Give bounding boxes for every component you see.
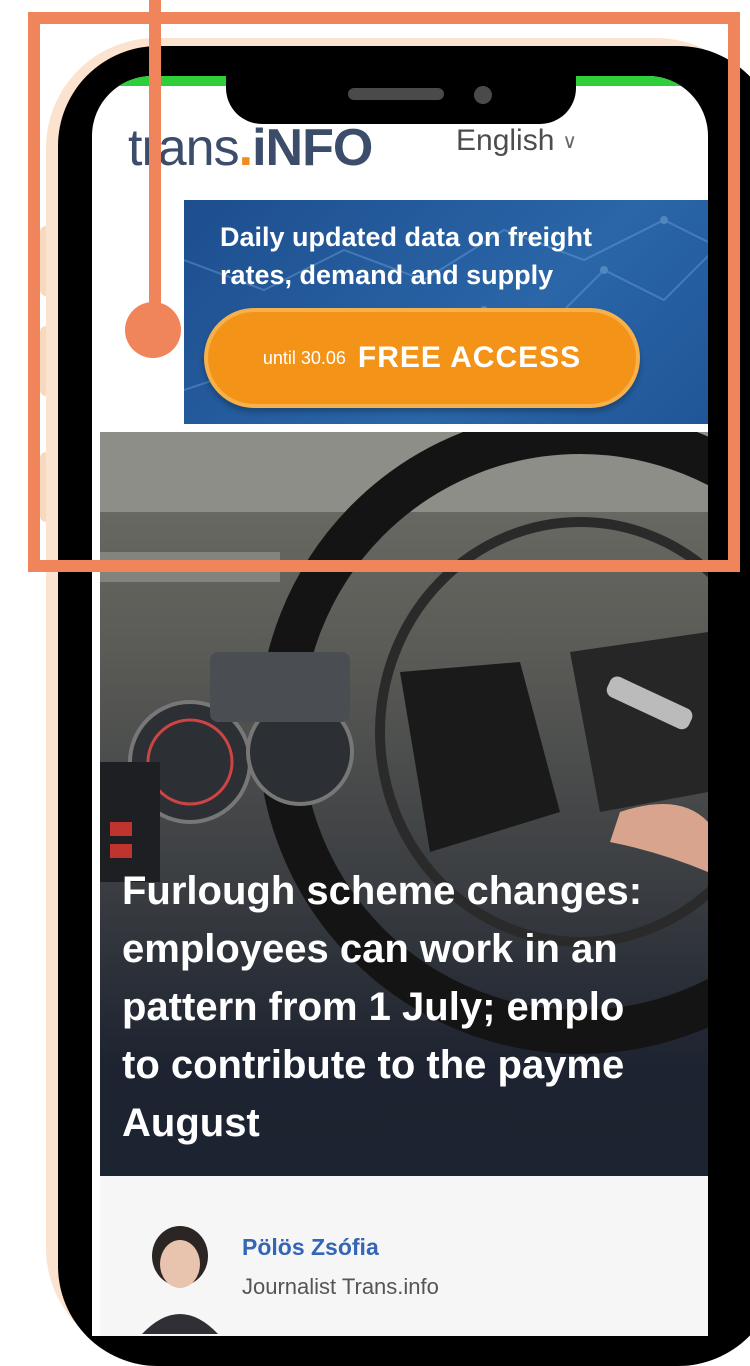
logo-dot: . [238, 119, 253, 177]
article-title-line: pattern from 1 July; emplo [122, 985, 625, 1029]
highlight-pointer-line [149, 0, 161, 320]
article-title-line: August [122, 1101, 260, 1145]
banner-headline: Daily updated data on freight rates, dem… [220, 218, 708, 294]
highlight-pointer-dot [125, 302, 181, 358]
language-selector[interactable]: English ∨ [456, 124, 577, 158]
free-access-button[interactable]: until 30.06 FREE ACCESS [204, 308, 640, 408]
article-title-line: to contribute to the payme [122, 1043, 625, 1087]
site-logo[interactable]: trans. iNFO [128, 118, 373, 178]
cta-date-label: until 30.06 [262, 347, 346, 368]
article-hero[interactable]: Furlough scheme changes: employees can w… [100, 432, 708, 1176]
article-title[interactable]: Furlough scheme changes: employees can w… [122, 862, 708, 1152]
logo-text-trans: trans [128, 119, 240, 177]
phone-notch [226, 64, 576, 124]
author-block: Pölös Zsófia Journalist Trans.info [100, 1176, 708, 1336]
cta-label: FREE ACCESS [357, 341, 582, 374]
author-name-link[interactable]: Pölös Zsófia [242, 1234, 379, 1261]
banner-headline-line: Daily updated data on freight [220, 222, 593, 252]
chevron-down-icon: ∨ [562, 130, 578, 153]
author-avatar[interactable] [142, 1224, 218, 1334]
logo-text-info: iNFO [252, 119, 373, 177]
article-title-line: employees can work in an [122, 927, 618, 971]
banner-headline-line: rates, demand and supply [220, 260, 554, 290]
front-camera [474, 86, 492, 104]
language-label: English [456, 124, 555, 157]
phone-screen: trans. iNFO English ∨ Daily updated data … [92, 76, 708, 1336]
freight-data-banner-ad[interactable]: Daily updated data on freight rates, dem… [184, 200, 708, 424]
article-title-line: Furlough scheme changes: [122, 869, 643, 913]
speaker-grille [348, 88, 444, 100]
author-role: Journalist Trans.info [242, 1274, 439, 1299]
